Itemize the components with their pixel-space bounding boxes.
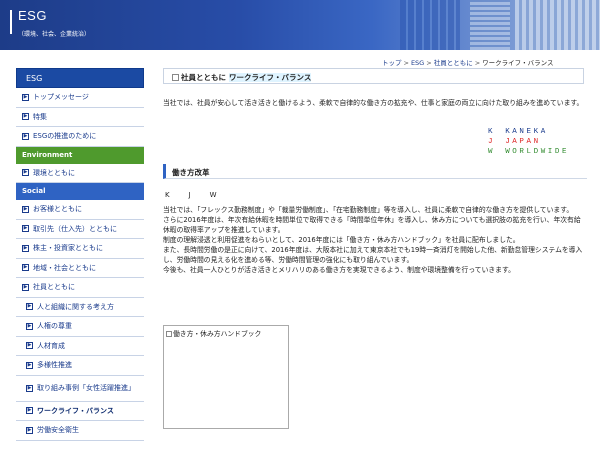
sidebar-item-label: ワークライフ・バランス: [37, 406, 114, 415]
arrow-right-icon: ▶: [22, 244, 29, 252]
body-paragraph: 当社では、「フレックス勤務制度」や「裁量労働制度」、「在宅勤務制度」等を導入し、…: [163, 206, 574, 214]
sidebar-item-esg-promotion[interactable]: ▶ ESGの推進のために: [16, 127, 144, 147]
arrow-right-icon: ▶: [22, 283, 29, 291]
sidebar-item-feature[interactable]: ▶ 特集: [16, 107, 144, 127]
sidebar-nav: ESG ▶ トップメッセージ ▶ 特集 ▶ ESGの推進のために Environmen…: [16, 68, 144, 441]
kaneka-tagline: K KANEKA J JAPAN W WORLDWIDE: [488, 127, 569, 157]
sidebar-item-label: 特集: [33, 112, 47, 121]
intro-text: 当社では、社員が安心して活き活きと働けるよう、柔軟で自律的な働き方の拡充や、仕事…: [163, 99, 584, 107]
arrow-right-icon: ▶: [22, 205, 29, 213]
breadcrumb-separator: >: [426, 59, 432, 67]
broken-image-icon: [166, 331, 172, 337]
breadcrumb-link-employees[interactable]: 社員とともに: [434, 59, 473, 67]
section-body: 当社では、「フレックス勤務制度」や「裁量労働制度」、「在宅勤務制度」等を導入し、…: [163, 205, 587, 275]
header-decoration: [515, 0, 600, 50]
body-paragraph: 制度の理解浸透と利用促進をねらいとして、2016年度には「働き方・休み方ハンドブ…: [163, 236, 520, 244]
tagline-japan: J JAPAN: [488, 138, 541, 146]
arrow-right-icon: ▶: [22, 93, 29, 101]
header-decoration: [400, 0, 460, 50]
sidebar-item-label: 株主・投資家とともに: [33, 244, 103, 253]
sidebar-heading[interactable]: ESG: [16, 68, 144, 88]
breadcrumb-link-top[interactable]: トップ: [382, 59, 402, 67]
page-title: 社員とともに ワークライフ・バランス: [163, 68, 584, 84]
sidebar-item-suppliers[interactable]: ▶ 取引先（仕入先）とともに: [16, 219, 144, 239]
sidebar-item-label: お客様とともに: [33, 205, 82, 214]
header-subtitle: （環境、社会、企業統治）: [18, 31, 91, 38]
sidebar-item-community[interactable]: ▶ 地域・社会とともに: [16, 258, 144, 278]
sidebar-subitem-diversity[interactable]: ▶ 多様性推進: [16, 356, 144, 376]
sidebar-item-label: 社員とともに: [33, 283, 75, 292]
sidebar-item-label: トップメッセージ: [33, 93, 89, 102]
tagline-worldwide: W WORLDWIDE: [488, 148, 570, 156]
body-paragraph: また、長時間労働の是正に向けて、2016年度は、大阪本社に加えて東京本社でも19…: [163, 246, 583, 264]
page-title-prefix: 社員とともに: [181, 73, 226, 82]
sidebar-item-label: 取り組み事例「女性活躍推進」: [37, 383, 135, 392]
page-title-text: ワークライフ・バランス: [229, 73, 312, 82]
handbook-image-alt: 働き方・休み方ハンドブック: [173, 330, 262, 338]
sidebar-item-environment[interactable]: ▶ 環境とともに: [16, 163, 144, 183]
site-header: ESG （環境、社会、企業統治）: [0, 0, 600, 50]
section-heading: 働き方改革: [163, 164, 587, 179]
breadcrumb-link-esg[interactable]: ESG: [411, 59, 424, 67]
sidebar-item-employees[interactable]: ▶ 社員とともに: [16, 278, 144, 298]
sidebar-item-label: 労働安全衛生: [37, 426, 79, 435]
sidebar-item-label: 環境とともに: [33, 168, 75, 177]
sidebar-item-label: ESGの推進のために: [33, 132, 97, 141]
sidebar-item-label: 人権の尊重: [37, 322, 72, 331]
breadcrumb-separator: >: [474, 59, 481, 67]
body-paragraph: さらに2016年度は、年次有給休暇を時間単位で取得できる「時間単位年休」を導入し…: [163, 216, 581, 234]
sidebar-subitem-women-case[interactable]: ▶ 取り組み事例「女性活躍推進」: [16, 375, 144, 402]
arrow-right-icon: ▶: [26, 407, 33, 415]
arrow-right-icon: ▶: [26, 322, 33, 330]
sidebar-item-label: 多様性推進: [37, 361, 72, 370]
broken-image-icon: [172, 74, 179, 81]
header-title: ESG: [18, 8, 47, 23]
sidebar-subitem-work-life-balance[interactable]: ▶ ワークライフ・バランス: [16, 401, 144, 421]
body-paragraph: 今後も、社員一人ひとりが活き活きとメリハリのある働き方を実現できるよう、制度や環…: [163, 266, 515, 274]
sidebar-subitem-safety-health[interactable]: ▶ 労働安全衛生: [16, 421, 144, 441]
arrow-right-icon: ▶: [26, 303, 33, 311]
header-accent-bar: [10, 10, 12, 34]
sidebar-item-label: 地域・社会とともに: [33, 263, 96, 272]
arrow-right-icon: ▶: [26, 342, 33, 350]
sidebar-item-label: 人材育成: [37, 341, 65, 350]
arrow-right-icon: ▶: [22, 113, 29, 121]
sidebar-section-environment: Environment: [16, 146, 144, 164]
arrow-right-icon: ▶: [22, 132, 29, 140]
sidebar-item-customers[interactable]: ▶ お客様とともに: [16, 200, 144, 220]
sidebar-item-label: 取引先（仕入先）とともに: [33, 224, 117, 233]
sidebar-item-shareholders[interactable]: ▶ 株主・投資家とともに: [16, 239, 144, 259]
sidebar-subitem-talent-development[interactable]: ▶ 人材育成: [16, 336, 144, 356]
breadcrumb: トップ > ESG > 社員とともに > ワークライフ・バランス: [382, 57, 554, 67]
sidebar-item-top-message[interactable]: ▶ トップメッセージ: [16, 88, 144, 108]
breadcrumb-separator: >: [403, 59, 409, 67]
header-decoration: [470, 0, 510, 50]
sidebar-subitem-human-rights[interactable]: ▶ 人権の尊重: [16, 317, 144, 337]
kjw-label: K J W: [165, 191, 223, 199]
arrow-right-icon: ▶: [26, 426, 33, 434]
arrow-right-icon: ▶: [26, 361, 33, 369]
breadcrumb-current: ワークライフ・バランス: [482, 59, 554, 67]
arrow-right-icon: ▶: [22, 264, 29, 272]
sidebar-subitem-hr-philosophy[interactable]: ▶ 人と組織に関する考え方: [16, 297, 144, 317]
handbook-image[interactable]: 働き方・休み方ハンドブック: [163, 325, 289, 429]
arrow-right-icon: ▶: [26, 384, 33, 392]
arrow-right-icon: ▶: [22, 225, 29, 233]
tagline-kaneka: K KANEKA: [488, 128, 548, 136]
arrow-right-icon: ▶: [22, 169, 29, 177]
sidebar-item-label: 人と組織に関する考え方: [37, 302, 114, 311]
sidebar-section-social: Social: [16, 183, 144, 200]
